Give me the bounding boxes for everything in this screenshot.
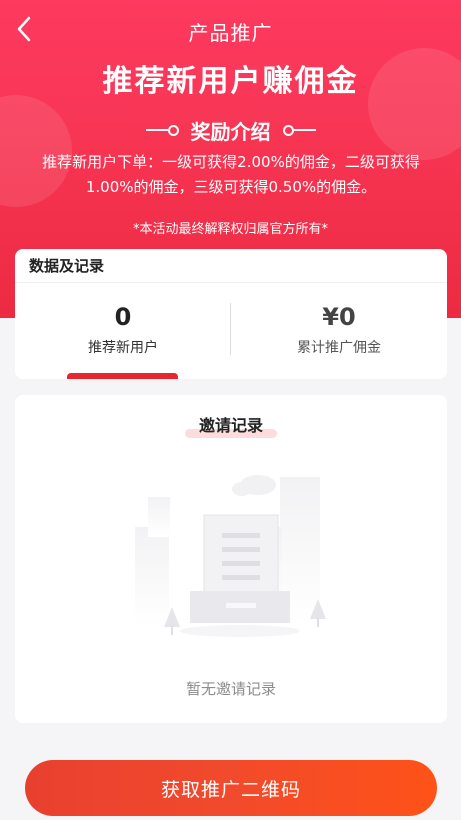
reward-intro-title: 奖励介绍 — [190, 119, 271, 144]
invite-records-card: 邀请记录 暂无邀请记录 — [15, 395, 447, 723]
back-button[interactable] — [10, 14, 38, 44]
new-users-label: 推荐新用户 — [88, 340, 158, 356]
decorative-line-left — [145, 124, 179, 136]
invite-records-title: 邀请记录 — [184, 412, 277, 438]
stat-divider — [230, 303, 231, 355]
empty-records-illustration-icon — [135, 475, 326, 637]
promo-headline: 推荐新用户赚佣金 — [102, 64, 359, 99]
chevron-left-icon — [17, 16, 31, 42]
invite-records-title-text: 邀请记录 — [198, 416, 263, 435]
new-users-count: 0 — [114, 303, 132, 331]
reward-intro-heading: 奖励介绍 — [0, 116, 461, 144]
page-title: 产品推广 — [188, 20, 273, 45]
disclaimer-text: *本活动最终解释权归属官方所有* — [132, 222, 328, 237]
get-qr-code-button[interactable]: 获取推广二维码 — [25, 760, 437, 816]
active-tab-indicator — [67, 373, 178, 379]
decorative-line-right — [282, 124, 316, 136]
commission-label: 累计推广佣金 — [297, 340, 381, 356]
stats-card-title: 数据及记录 — [15, 249, 447, 283]
stat-new-users[interactable]: 0 推荐新用户 — [15, 283, 231, 379]
stat-commission[interactable]: ¥0 累计推广佣金 — [231, 283, 447, 379]
commission-amount: ¥0 — [322, 303, 356, 331]
reward-description: 推荐新用户下单：一级可获得2.00%的佣金，二级可获得1.00%的佣金，三级可获… — [42, 153, 420, 196]
stats-body: 0 推荐新用户 ¥0 累计推广佣金 — [15, 283, 447, 379]
nav-bar: 产品推广 — [0, 0, 461, 62]
stats-card: 数据及记录 0 推荐新用户 ¥0 累计推广佣金 — [15, 249, 447, 379]
empty-records-text: 暂无邀请记录 — [185, 680, 276, 698]
